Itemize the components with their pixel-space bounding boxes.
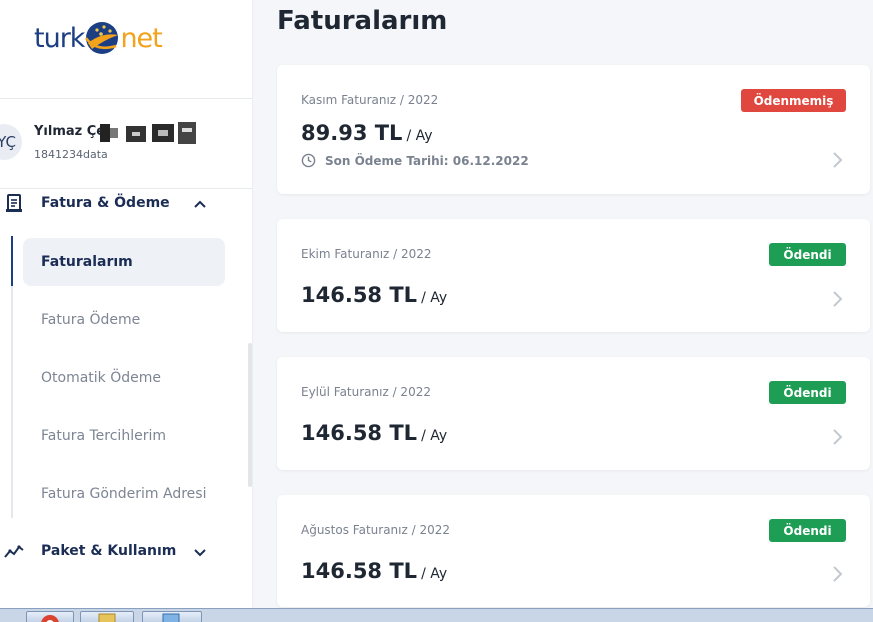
status-badge: Ödendi	[769, 381, 846, 404]
sidebar-scrollbar-thumb[interactable]	[248, 343, 252, 487]
due-date: Son Ödeme Tarihi: 06.12.2022	[301, 153, 529, 168]
amount-period: / Ay	[406, 128, 433, 144]
chevron-right-icon[interactable]	[830, 565, 844, 583]
avatar: YÇ	[0, 124, 22, 160]
invoice-label: Eylül Faturanız / 2022	[301, 385, 431, 399]
invoice-amount: 146.58 TL / Ay	[301, 283, 447, 307]
invoice-label: Ekim Faturanız / 2022	[301, 247, 432, 261]
page-title: Faturalarım	[277, 6, 448, 36]
browser-icon	[41, 615, 59, 622]
status-badge: Ödendi	[769, 243, 846, 266]
submenu-item-otomatik-odeme[interactable]: Otomatik Ödeme	[23, 354, 225, 402]
logo-text-turk: turk	[34, 22, 85, 54]
submenu-item-fatura-odeme[interactable]: Fatura Ödeme	[23, 296, 225, 344]
logo-text-net: net	[120, 22, 162, 54]
redacted-name-pixelation	[100, 122, 196, 144]
invoice-amount: 89.93 TL / Ay	[301, 121, 433, 145]
menu-billing-toggle[interactable]: Fatura & Ödeme	[0, 188, 252, 220]
user-customer-code: 1841234data	[34, 148, 108, 161]
amount-value: 89.93 TL	[301, 121, 403, 145]
menu-package-toggle[interactable]: Paket & Kullanım	[0, 536, 252, 568]
taskbar-window-button[interactable]	[142, 611, 202, 622]
chevron-up-icon	[194, 200, 206, 208]
amount-value: 146.58 TL	[301, 421, 418, 445]
os-taskbar	[0, 608, 873, 622]
chevron-down-icon	[194, 549, 206, 557]
amount-value: 146.58 TL	[301, 559, 418, 583]
invoice-amount: 146.58 TL / Ay	[301, 421, 447, 445]
status-badge: Ödendi	[769, 519, 846, 542]
submenu-item-faturalarim[interactable]: Faturalarım	[23, 238, 225, 286]
amount-period: / Ay	[421, 566, 448, 582]
folder-icon	[98, 613, 116, 622]
chevron-right-icon[interactable]	[830, 151, 844, 169]
taskbar-browser-button[interactable]	[26, 611, 74, 622]
invoice-card[interactable]: Eylül Faturanız / 2022 Ödendi 146.58 TL /…	[277, 357, 870, 470]
turknet-logo[interactable]: turk net	[34, 16, 163, 60]
globe-logo-icon	[85, 22, 119, 54]
chevron-right-icon[interactable]	[830, 290, 844, 308]
invoice-card[interactable]: Ekim Faturanız / 2022 Ödendi 146.58 TL / …	[277, 219, 870, 332]
invoice-amount: 146.58 TL / Ay	[301, 559, 447, 583]
status-badge: Ödenmemiş	[741, 89, 846, 112]
invoice-icon	[6, 194, 22, 212]
invoice-card[interactable]: Kasım Faturanız / 2022 Ödenmemiş 89.93 T…	[277, 65, 870, 194]
amount-period: / Ay	[421, 290, 448, 306]
submenu-item-fatura-gonderim-adresi[interactable]: Fatura Gönderim Adresi	[23, 470, 225, 518]
menu-package-label: Paket & Kullanım	[41, 543, 177, 559]
due-date-text: Son Ödeme Tarihi: 06.12.2022	[325, 153, 529, 168]
usage-chart-icon	[4, 545, 24, 558]
menu-billing-label: Fatura & Ödeme	[41, 195, 170, 211]
user-profile[interactable]: YÇ Yılmaz Çe 1841234data	[0, 118, 252, 172]
invoice-card[interactable]: Ağustos Faturanız / 2022 Ödendi 146.58 T…	[277, 495, 870, 607]
divider	[0, 98, 252, 99]
chevron-right-icon[interactable]	[830, 428, 844, 446]
amount-period: / Ay	[421, 428, 448, 444]
taskbar-window-button[interactable]	[80, 611, 134, 622]
sidebar: turk net YÇ Yılmaz Çe 1841234data	[0, 0, 253, 608]
user-name: Yılmaz Çe	[34, 124, 106, 139]
submenu-item-fatura-tercihlerim[interactable]: Fatura Tercihlerim	[23, 412, 225, 460]
clock-icon	[301, 153, 316, 168]
app-window-icon	[162, 613, 180, 622]
invoice-label: Ağustos Faturanız / 2022	[301, 523, 450, 537]
amount-value: 146.58 TL	[301, 283, 418, 307]
submenu-active-indicator	[11, 236, 13, 286]
invoice-label: Kasım Faturanız / 2022	[301, 93, 439, 107]
